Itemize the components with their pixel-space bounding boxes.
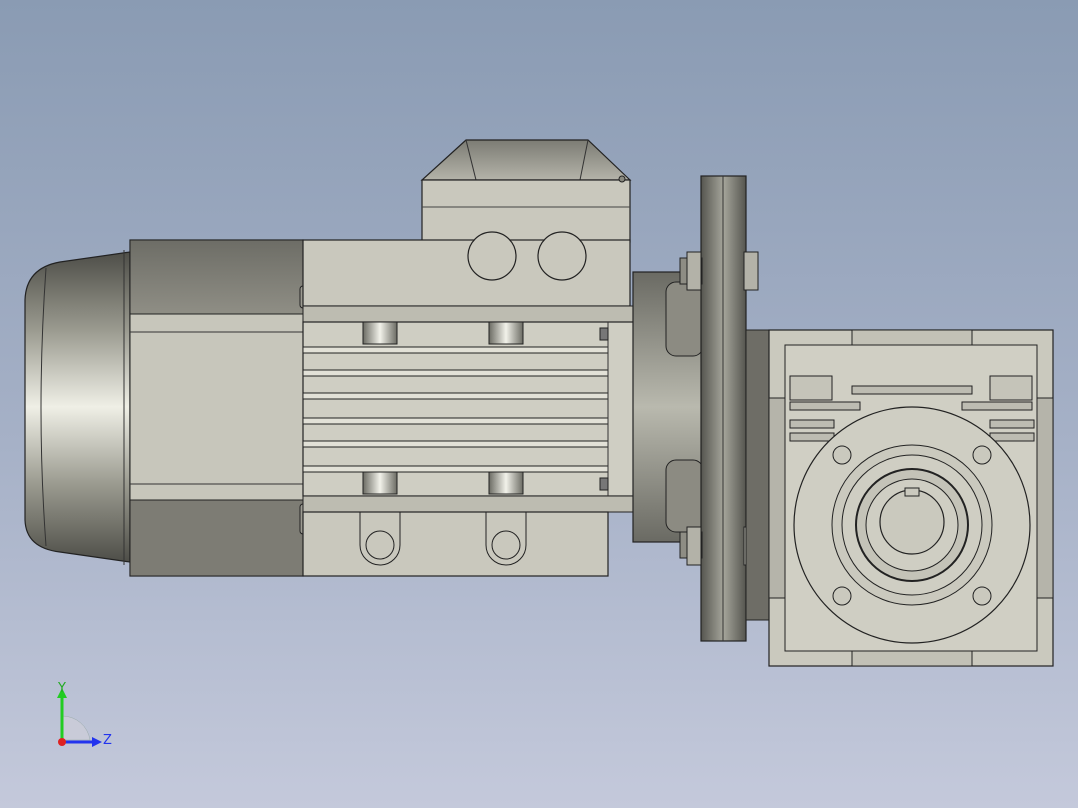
terminal-box bbox=[420, 139, 632, 243]
z-axis-arrow bbox=[92, 737, 102, 747]
fan-cover bbox=[24, 250, 131, 565]
worm-gearbox bbox=[745, 329, 1054, 667]
gear-motor-model[interactable] bbox=[0, 0, 1078, 808]
rear-housing bbox=[129, 239, 315, 577]
z-axis-label: Z bbox=[103, 733, 112, 748]
cad-viewport[interactable]: Y Z bbox=[0, 0, 1078, 808]
motor-body bbox=[302, 231, 656, 577]
triad-arc bbox=[61, 715, 91, 741]
y-axis-label: Y bbox=[57, 681, 66, 696]
x-axis-origin bbox=[58, 738, 66, 746]
motor-neck bbox=[632, 271, 704, 543]
orientation-triad: Y Z bbox=[57, 681, 112, 748]
